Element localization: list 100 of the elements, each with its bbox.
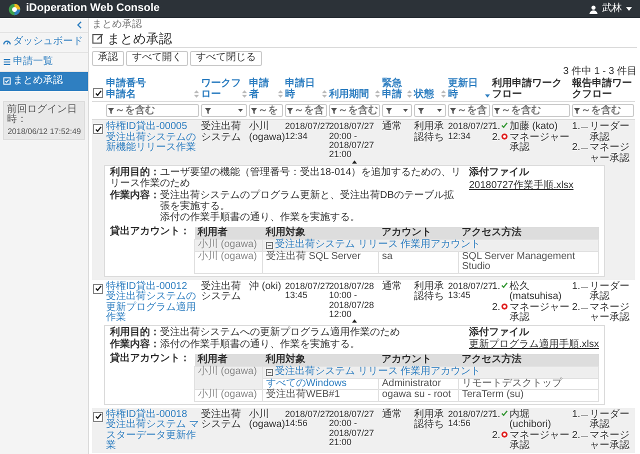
account-column-header: アカウント — [378, 226, 458, 240]
filter-icon — [287, 108, 293, 114]
attachment-label: 添付ファイル — [469, 328, 530, 338]
account-column-header: アクセス方法 — [458, 226, 598, 240]
account-column-header: 利用対象 — [262, 226, 378, 240]
checkbox[interactable] — [93, 284, 103, 294]
minus-box-icon[interactable] — [266, 242, 273, 249]
user-icon — [589, 4, 598, 14]
table-cell: 2018/07/27 13:45 — [448, 282, 490, 301]
result-count: 3 件中 1 - 3 件目 — [562, 66, 637, 78]
account-column-header: 利用対象 — [262, 354, 378, 367]
table-cell-text: 沖 (oki) — [249, 282, 282, 292]
step-number: 1. — [492, 410, 500, 420]
column-header[interactable]: 緊急申請 — [382, 79, 406, 100]
table-cell-text: 2018/07/27 20:00 - 2018/07/27 21:00 — [329, 410, 376, 448]
attachment-link[interactable]: 20180727作業手順.xlsx — [469, 180, 599, 192]
caret-icon — [403, 109, 408, 112]
filter-field[interactable]: ～を — [249, 104, 283, 118]
step-number: 2. — [492, 132, 500, 144]
logo-icon — [8, 2, 21, 16]
table-cell-text: 受注出荷システム — [201, 122, 242, 144]
request-name-link[interactable]: 受注出荷システム マスターデータ更新作業 — [106, 420, 199, 452]
column-header[interactable]: 申請日時 — [285, 79, 321, 100]
table-cell: 受注出荷 SQL Server — [262, 251, 378, 274]
step-label: リーダー承認 — [589, 282, 630, 302]
step-number: 1. — [492, 282, 500, 292]
table-cell: 2018/07/27 13:45 — [285, 282, 327, 301]
checkbox[interactable] — [93, 88, 103, 98]
step-number: 2. — [492, 302, 500, 314]
request-id-link[interactable]: 特権ID貸出-00005 — [106, 122, 199, 133]
checkbox[interactable] — [93, 124, 103, 134]
table-cell: 小川 (ogawa) — [194, 366, 262, 390]
toolbar-button[interactable]: 承認 — [92, 51, 124, 66]
minus-box-icon[interactable] — [266, 368, 273, 376]
filter-dropdown[interactable] — [382, 104, 412, 118]
user-menu-button[interactable]: 武林 — [589, 4, 632, 14]
step-label: リーダー承認 — [589, 122, 630, 143]
table-cell: リモートデスクトップ — [458, 378, 598, 390]
table-cell: 小川 (ogawa) — [249, 410, 283, 431]
account-column-header: アカウント — [378, 354, 458, 367]
list-icon — [3, 58, 11, 66]
column-header[interactable]: ワークフロー — [201, 79, 241, 100]
column-header[interactable]: 状態 — [414, 90, 434, 100]
step-label: マネージャー承認 — [509, 132, 570, 154]
column-header[interactable]: 更新日時 — [448, 79, 484, 100]
step-number: 1. — [572, 122, 580, 133]
request-name-link[interactable]: 受注出荷システムの新機能リリース作業 — [106, 132, 199, 154]
table-cell: 2018/07/27 14:56 — [448, 410, 490, 429]
table-cell: 2018/07/27 12:34 — [448, 122, 490, 142]
content-label: 作業内容： — [110, 340, 160, 352]
collapse-arrow-icon[interactable] — [352, 319, 357, 324]
toolbar-button[interactable]: すべて開く — [126, 51, 188, 66]
filter-dropdown[interactable] — [414, 104, 446, 118]
content-label: 作業内容： — [110, 191, 160, 204]
account-column-header: アクセス方法 — [458, 354, 598, 367]
step-number: 2. — [572, 430, 580, 442]
filter-icon — [386, 108, 392, 114]
table-cell-text: 受注出荷システム — [201, 410, 242, 431]
sort-descending-icon[interactable] — [485, 94, 490, 98]
step-label: マネージャー承認 — [509, 302, 570, 324]
step-number: 2. — [492, 430, 500, 442]
content-text: 添付の作業手順書の通り、作業を実施する。 — [160, 213, 361, 224]
sidebar-item[interactable]: ダッシュボード — [0, 32, 88, 52]
column-header[interactable]: 申請番号 申請名 — [106, 79, 146, 100]
table-cell: Administrator — [378, 378, 458, 390]
column-header[interactable]: 利用期間 — [329, 90, 369, 100]
attachment-label: 添付ファイル — [469, 168, 530, 179]
table-cell-text: 通常 — [382, 282, 403, 292]
table-cell: 小川 (ogawa) — [194, 251, 262, 274]
caret-icon — [437, 109, 442, 112]
filter-icon — [494, 108, 500, 114]
sidebar-item[interactable]: まとめ承認 — [0, 71, 88, 90]
filter-icon — [574, 108, 580, 114]
column-header: 報告申請ワークフロー — [572, 79, 633, 100]
table-cell-text: 2018/07/28 10:00 - 2018/07/28 12:00 — [329, 282, 376, 320]
table-cell: 受注出荷WEB#1 — [262, 390, 378, 402]
filter-dropdown[interactable] — [201, 104, 247, 118]
accounts-label: 貸出アカウント： — [110, 226, 190, 239]
step-label: マネージャー承認 — [589, 143, 630, 164]
step-label: マネージャー承認 — [589, 302, 630, 324]
chevron-left-icon — [77, 21, 82, 29]
attachment-link[interactable]: 更新プログラム適用手順.xlsx — [469, 340, 599, 351]
column-header: 利用申請ワークフロー — [492, 79, 563, 100]
purpose-text: 利用目的：ユーザ要望の機能（管理番号：受出18-014）を追加するための、リリース作業のため — [110, 168, 462, 189]
content-text: 添付の作業手順書の通り、作業を実施する。 — [160, 340, 360, 351]
step-number: 1. — [492, 122, 500, 133]
table-cell: SQL Server Management Studio — [458, 251, 598, 274]
filter-icon — [450, 108, 456, 114]
table-cell: 2018/07/27 12:34 — [285, 122, 327, 142]
column-header[interactable]: 申請者 — [249, 79, 277, 100]
checkbox[interactable] — [93, 412, 103, 422]
request-name-link[interactable]: 受注出荷システムの更新プログラム適用作業 — [106, 292, 199, 324]
step-number: 1. — [572, 410, 580, 420]
table-cell-text: 受注出荷システム — [201, 282, 242, 303]
collapse-arrow-icon[interactable] — [352, 160, 357, 164]
filter-icon — [251, 108, 257, 114]
toolbar-button[interactable]: すべて閉じる — [190, 51, 262, 66]
step-label: 内堀 (uchibori) — [509, 410, 552, 430]
step-number: 2. — [572, 302, 580, 314]
step-label: 加藤 (kato) — [509, 122, 558, 132]
